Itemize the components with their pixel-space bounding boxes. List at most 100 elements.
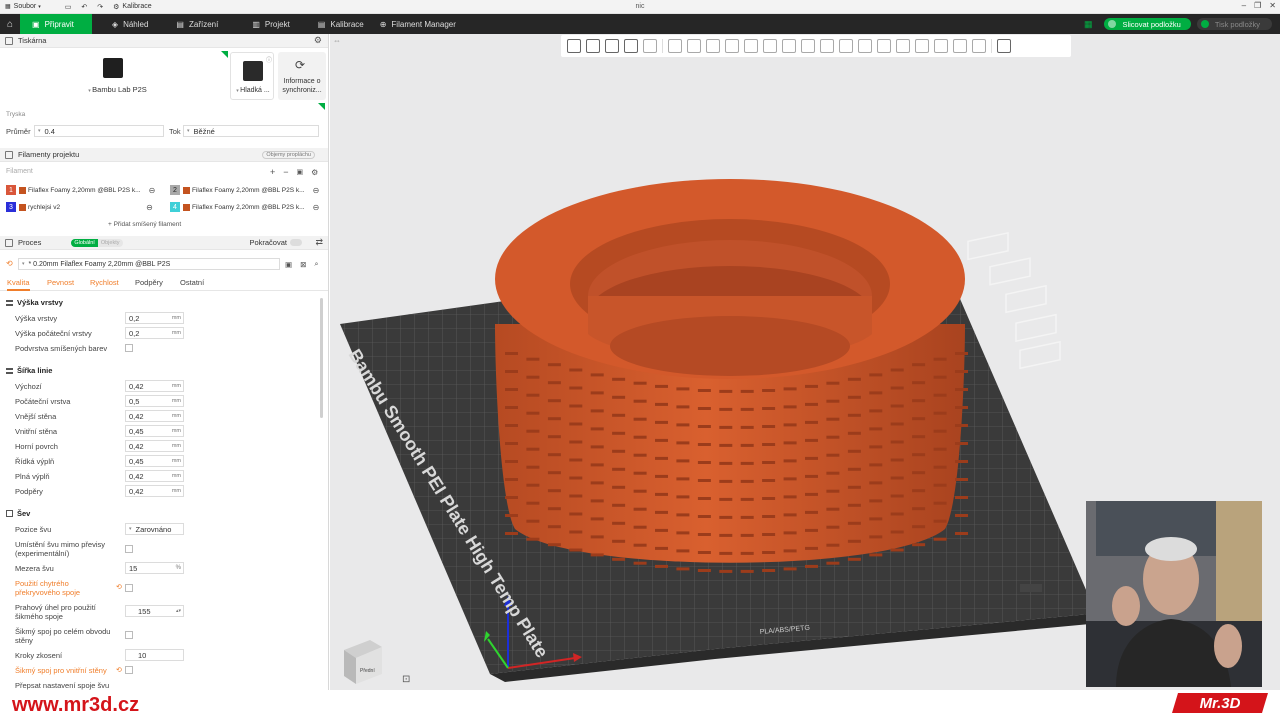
- orient-icon[interactable]: [605, 39, 619, 53]
- calibration-menu[interactable]: ⚙ Kalibrace: [113, 3, 151, 11]
- line-width-input[interactable]: 0,5 mm: [125, 395, 184, 407]
- tab-quality[interactable]: Kvalita: [7, 278, 30, 291]
- printer-section-header[interactable]: Tiskárna ⚙: [0, 34, 328, 48]
- home-icon[interactable]: ⌂: [0, 14, 20, 34]
- delete-icon[interactable]: ⊠: [300, 260, 306, 269]
- advanced-switch[interactable]: [290, 239, 302, 246]
- filaments-section-header[interactable]: Filamenty projektu Objemy propláchu: [0, 148, 328, 162]
- text-icon[interactable]: [839, 39, 853, 53]
- initial-layer-height-input[interactable]: 0,2 mm: [125, 327, 184, 339]
- fuzzy-skin-icon[interactable]: [972, 39, 986, 53]
- tab-strength[interactable]: Pevnost: [47, 278, 74, 287]
- view-settings-icon[interactable]: [997, 39, 1011, 53]
- process-section-header[interactable]: Proces Globální Objekty Pokračovat ⇄: [0, 236, 328, 250]
- multi-plate-icon[interactable]: ▦: [1084, 19, 1093, 30]
- seam-paint-icon[interactable]: [801, 39, 815, 53]
- flow-select[interactable]: ▾ Běžné: [183, 125, 319, 137]
- plate-controls[interactable]: [967, 231, 1061, 370]
- line-width-input[interactable]: 0,42 mm: [125, 470, 184, 482]
- scarf-inner-checkbox[interactable]: [125, 666, 133, 674]
- minimize-icon[interactable]: –: [1242, 1, 1246, 10]
- measure-icon[interactable]: [858, 39, 872, 53]
- reset-icon[interactable]: ⟲: [116, 583, 122, 591]
- remove-icon[interactable]: −: [283, 167, 288, 177]
- tab-project[interactable]: ▥ Projekt: [238, 14, 303, 34]
- file-menu[interactable]: ▦ Soubor ▾: [0, 3, 46, 10]
- move-icon[interactable]: [668, 39, 682, 53]
- gear-icon[interactable]: ⚙: [311, 168, 318, 177]
- tab-device[interactable]: ▤ Zařízení: [162, 14, 232, 34]
- emboss-icon[interactable]: [934, 39, 948, 53]
- redo-icon[interactable]: ↷: [97, 3, 103, 11]
- line-width-input[interactable]: 0,42 mm: [125, 380, 184, 392]
- gear-icon[interactable]: ⚙: [314, 35, 322, 46]
- line-width-input[interactable]: 0,42 mm: [125, 485, 184, 497]
- svg-icon[interactable]: [953, 39, 967, 53]
- edit-icon[interactable]: ⊖: [146, 203, 153, 212]
- print-plate-button[interactable]: Tisk podložky: [1196, 18, 1272, 30]
- reset-icon[interactable]: ⟲: [116, 666, 122, 674]
- line-width-input[interactable]: 0,42 mm: [125, 440, 184, 452]
- edit-icon[interactable]: ⊖: [149, 186, 156, 195]
- tab-prepare[interactable]: ▣ Připravit: [20, 14, 92, 34]
- rotate-icon[interactable]: [687, 39, 701, 53]
- sync-filament-icon[interactable]: ▣: [297, 168, 304, 176]
- lay-on-face-icon[interactable]: [725, 39, 739, 53]
- edit-icon[interactable]: ⊖: [313, 203, 320, 212]
- close-icon[interactable]: ✕: [1269, 1, 1276, 10]
- restore-icon[interactable]: ❐: [1254, 1, 1261, 10]
- printer-image[interactable]: [103, 58, 123, 78]
- add-icon[interactable]: +: [270, 167, 275, 177]
- scarf-threshold-spinner[interactable]: 155 ▴▾: [125, 605, 184, 617]
- scarf-steps-spinner[interactable]: 10: [125, 649, 184, 661]
- objects-toggle[interactable]: Objekty: [97, 238, 123, 247]
- filament-item-4[interactable]: 4 Filaflex Foamy 2,20mm @BBL P2S k... ⊖: [170, 200, 319, 214]
- scarf-full-checkbox[interactable]: [125, 631, 133, 639]
- save-icon[interactable]: ▣: [285, 260, 292, 269]
- add-object-icon[interactable]: [567, 39, 581, 53]
- compare-icon[interactable]: ⇄: [315, 237, 323, 248]
- tab-speed[interactable]: Rychlost: [90, 278, 119, 287]
- tab-calibration[interactable]: ▤ Kalibrace: [304, 14, 378, 34]
- printer-name[interactable]: ▾ Bambu Lab P2S: [80, 85, 155, 94]
- scale-icon[interactable]: [706, 39, 720, 53]
- view-cube[interactable]: [344, 640, 382, 684]
- line-width-input[interactable]: 0,45 mm: [125, 455, 184, 467]
- tab-preview[interactable]: ◈ Náhled: [98, 14, 163, 34]
- edit-icon[interactable]: ⊖: [313, 186, 320, 195]
- mesh-boolean-icon[interactable]: [763, 39, 777, 53]
- global-toggle[interactable]: Globální: [71, 238, 98, 247]
- website-link[interactable]: www.mr3d.cz: [12, 694, 139, 717]
- undo-icon[interactable]: ↶: [81, 3, 87, 11]
- sublayer-checkbox[interactable]: [125, 344, 133, 352]
- add-mixed-filament-button[interactable]: + Přidat smíšený filament: [108, 221, 181, 228]
- process-profile-select[interactable]: ▾ * 0.20mm Filaflex Foamy 2,20mm @BBL P2S: [18, 258, 280, 270]
- color-paint-icon[interactable]: [820, 39, 834, 53]
- split-icon[interactable]: [643, 39, 657, 53]
- assembly-icon[interactable]: [877, 39, 891, 53]
- filament-item-3[interactable]: 3 rychlejsi v2 ⊖: [6, 200, 153, 214]
- seam-position-select[interactable]: ▾ Zarovnáno: [125, 523, 184, 535]
- brim-ears-icon[interactable]: [915, 39, 929, 53]
- arrange-grid-icon[interactable]: [586, 39, 600, 53]
- filament-item-1[interactable]: 1 Filaflex Foamy 2,20mm @BBL P2S k... ⊖: [6, 183, 155, 197]
- sync-button[interactable]: ⟳ Informace o synchroniz...: [278, 52, 326, 100]
- support-paint-icon[interactable]: [782, 39, 796, 53]
- tab-support[interactable]: Podpěry: [135, 278, 163, 287]
- diameter-select[interactable]: ▾ 0.4: [34, 125, 164, 137]
- smart-scarf-checkbox[interactable]: [125, 584, 133, 592]
- plate-settings-icon[interactable]: [624, 39, 638, 53]
- cut-icon[interactable]: [744, 39, 758, 53]
- seam-offwall-checkbox[interactable]: [125, 545, 133, 553]
- tab-others[interactable]: Ostatní: [180, 278, 204, 287]
- save-icon[interactable]: ▭: [65, 3, 72, 11]
- panel-scrollbar[interactable]: [320, 298, 323, 418]
- variable-layer-icon[interactable]: [896, 39, 910, 53]
- reset-icon[interactable]: ⟲: [6, 259, 13, 268]
- line-width-input[interactable]: 0,42 mm: [125, 410, 184, 422]
- line-width-input[interactable]: 0,45 mm: [125, 425, 184, 437]
- plate-card[interactable]: ▾ Hladká ... ⓘ: [230, 52, 274, 100]
- seam-gap-input[interactable]: 15%: [125, 562, 184, 574]
- search-icon[interactable]: ⌕: [314, 259, 318, 269]
- info-icon[interactable]: ⓘ: [266, 55, 272, 64]
